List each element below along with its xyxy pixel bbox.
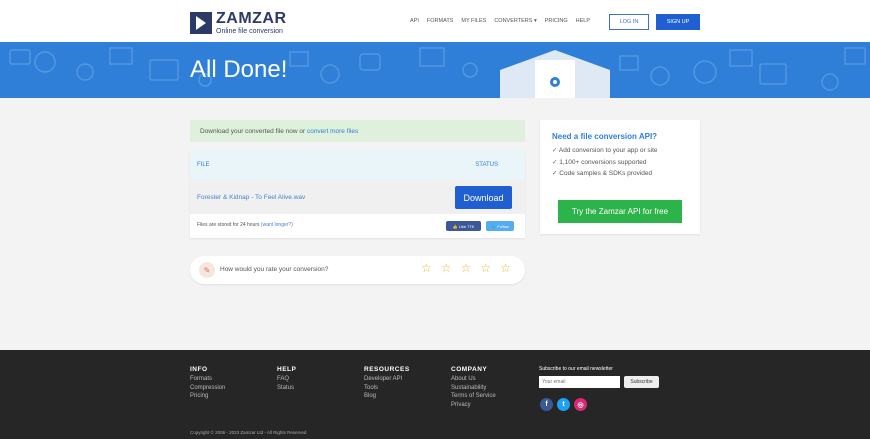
- page-title: All Done!: [190, 56, 288, 83]
- twitter-icon[interactable]: t: [557, 398, 570, 411]
- table-row: Forester & Kidnap - To Feel Alive.wav Do…: [190, 180, 525, 214]
- file-table-footer: Files are stored for 24 hours (want long…: [190, 214, 525, 238]
- footer-link-tools[interactable]: Tools: [364, 385, 410, 391]
- facebook-like-button[interactable]: 👍 Like 77K: [446, 221, 481, 231]
- facebook-icon[interactable]: f: [540, 398, 553, 411]
- try-api-button[interactable]: Try the Zamzar API for free: [558, 200, 682, 223]
- hero-banner: All Done!: [0, 42, 870, 98]
- file-name-link[interactable]: Forester & Kidnap - To Feel Alive.wav: [197, 194, 305, 201]
- site-footer: INFO Formats Compression Pricing HELP FA…: [0, 350, 870, 439]
- list-item: Add conversion to your app or site: [552, 146, 688, 154]
- footer-link-status[interactable]: Status: [277, 385, 296, 391]
- banner-pattern: [9, 47, 866, 91]
- newsletter-email-input[interactable]: [539, 376, 620, 388]
- twitter-follow-button[interactable]: 🐦 Follow: [486, 221, 514, 231]
- signup-button[interactable]: SIGN UP: [656, 14, 700, 30]
- notice-text: Download your converted file now or: [200, 128, 307, 135]
- footer-link-sustainability[interactable]: Sustainability: [451, 385, 496, 391]
- footer-heading: COMPANY: [451, 366, 488, 373]
- download-button[interactable]: Download: [455, 186, 512, 209]
- footer-link-blog[interactable]: Blog: [364, 393, 410, 399]
- instagram-icon[interactable]: ◎: [574, 398, 587, 411]
- document-gear-icon: [500, 50, 610, 98]
- logo-arrow-icon: [190, 12, 212, 34]
- subscribe-button[interactable]: Subscribe: [624, 376, 659, 388]
- column-status: STATUS: [475, 162, 498, 168]
- nav-formats[interactable]: FORMATS: [427, 18, 453, 24]
- star-icon[interactable]: ☆: [500, 262, 511, 274]
- logo-tagline: Online file conversion: [216, 28, 283, 35]
- rating-bar: ✎ How would you rate your conversion? ☆ …: [190, 256, 525, 284]
- footer-link-faq[interactable]: FAQ: [277, 376, 296, 382]
- main-nav: API FORMATS MY FILES CONVERTERS ▾ PRICIN…: [410, 18, 590, 24]
- file-table-header: FILE STATUS: [190, 150, 525, 180]
- storage-note-text: Files are stored for 24 hours: [197, 222, 261, 228]
- convert-more-link[interactable]: convert more files: [307, 128, 358, 135]
- pencil-icon: ✎: [199, 262, 215, 278]
- api-promo-card: Need a file conversion API? Add conversi…: [540, 120, 700, 234]
- footer-column-resources: RESOURCES Developer API Tools Blog: [364, 366, 410, 402]
- footer-heading: RESOURCES: [364, 366, 410, 373]
- footer-link-formats[interactable]: Formats: [190, 376, 225, 382]
- top-navigation-bar: ZAMZAR Online file conversion API FORMAT…: [0, 0, 870, 42]
- star-rating: ☆ ☆ ☆ ☆ ☆: [421, 262, 511, 274]
- success-notice: Download your converted file now or conv…: [190, 120, 525, 142]
- rating-question: How would you rate your conversion?: [220, 266, 329, 273]
- login-button[interactable]: LOG IN: [609, 14, 649, 30]
- footer-link-privacy[interactable]: Privacy: [451, 402, 496, 408]
- nav-pricing[interactable]: PRICING: [545, 18, 568, 24]
- footer-link-pricing[interactable]: Pricing: [190, 393, 225, 399]
- footer-column-company: COMPANY About Us Sustainability Terms of…: [451, 366, 496, 410]
- star-icon[interactable]: ☆: [480, 262, 491, 274]
- social-links: f t ◎: [540, 398, 587, 411]
- footer-column-help: HELP FAQ Status: [277, 366, 296, 393]
- footer-link-terms[interactable]: Terms of Service: [451, 393, 496, 399]
- footer-column-info: INFO Formats Compression Pricing: [190, 366, 225, 402]
- nav-help[interactable]: HELP: [576, 18, 590, 24]
- footer-link-compression[interactable]: Compression: [190, 385, 225, 391]
- file-table: FILE STATUS Forester & Kidnap - To Feel …: [190, 150, 525, 238]
- copyright-text: Copyright © 2006 - 2023 Zamzar Ltd - All…: [190, 430, 307, 435]
- footer-heading: HELP: [277, 366, 297, 373]
- nav-converters[interactable]: CONVERTERS ▾: [494, 18, 536, 24]
- footer-link-developer-api[interactable]: Developer API: [364, 376, 410, 382]
- column-file: FILE: [197, 162, 210, 168]
- want-longer-link[interactable]: (want longer?): [261, 222, 293, 228]
- list-item: Code samples & SDKs provided: [552, 169, 688, 177]
- footer-link-about-us[interactable]: About Us: [451, 376, 496, 382]
- api-feature-list: Add conversion to your app or site 1,100…: [552, 146, 688, 177]
- zamzar-logo[interactable]: ZAMZAR Online file conversion: [190, 11, 287, 35]
- nav-my-files[interactable]: MY FILES: [461, 18, 486, 24]
- newsletter-title: Subscribe to our email newsletter: [539, 366, 613, 372]
- star-icon[interactable]: ☆: [421, 262, 432, 274]
- nav-api[interactable]: API: [410, 18, 419, 24]
- star-icon[interactable]: ☆: [441, 262, 452, 274]
- list-item: 1,100+ conversions supported: [552, 158, 688, 166]
- storage-note: Files are stored for 24 hours (want long…: [197, 222, 293, 228]
- api-card-title: Need a file conversion API?: [552, 132, 658, 141]
- logo-name: ZAMZAR: [216, 10, 287, 27]
- star-icon[interactable]: ☆: [461, 262, 472, 274]
- footer-heading: INFO: [190, 366, 208, 373]
